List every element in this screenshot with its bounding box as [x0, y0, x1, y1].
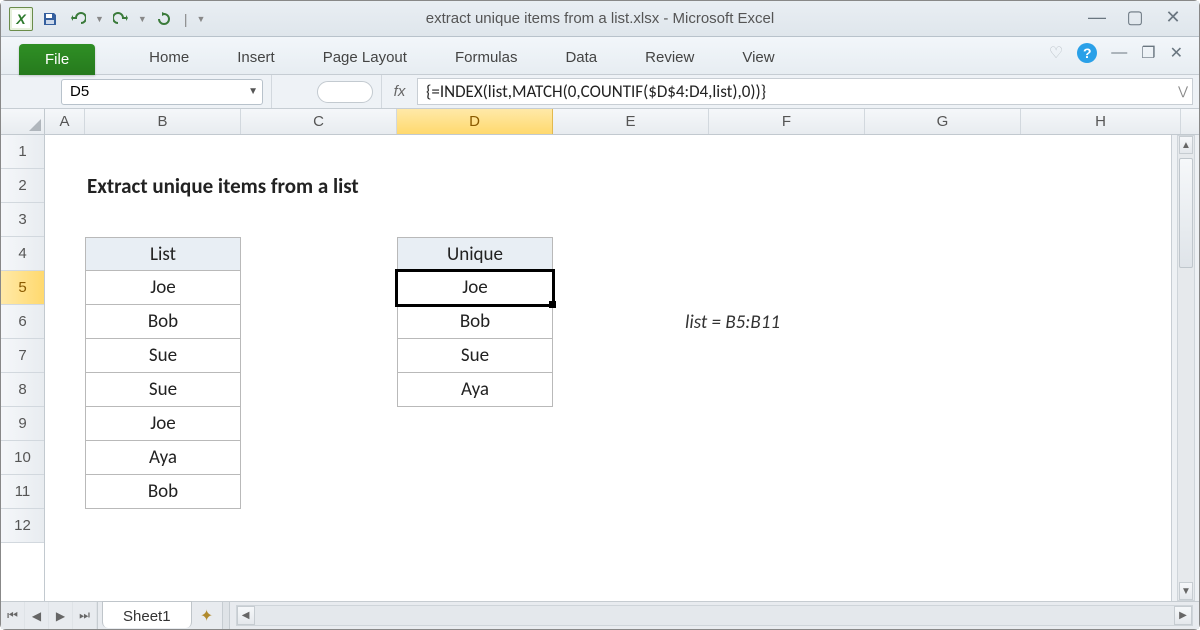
row-header-10[interactable]: 10 [1, 441, 44, 475]
cell-b10[interactable]: Aya [85, 441, 241, 475]
fx-icon[interactable]: fx [381, 75, 417, 108]
window-controls: ― ▢ ✕ [1087, 7, 1183, 28]
cell-b9[interactable]: Joe [85, 407, 241, 441]
ribbon-minimize-icon[interactable]: ― [1111, 44, 1127, 62]
select-all-corner[interactable] [1, 109, 45, 134]
name-box[interactable]: D5 ▼ [61, 79, 263, 105]
redo-icon[interactable] [110, 8, 132, 30]
tab-view[interactable]: View [718, 41, 798, 74]
sheet-nav-buttons: ⏮ ◀ ▶ ⏭ [1, 602, 98, 629]
row-header-11[interactable]: 11 [1, 475, 44, 509]
save-icon[interactable] [39, 8, 61, 30]
row-header-9[interactable]: 9 [1, 407, 44, 441]
formula-button-group [317, 81, 373, 103]
col-header-b[interactable]: B [85, 109, 241, 134]
tab-scroll-divider[interactable] [222, 602, 230, 629]
undo-icon[interactable] [67, 8, 89, 30]
cell-b8[interactable]: Sue [85, 373, 241, 407]
cell-b5[interactable]: Joe [85, 271, 241, 305]
file-tab[interactable]: File [19, 44, 95, 75]
undo-dropdown-icon[interactable]: ▼ [95, 14, 104, 24]
col-header-h[interactable]: H [1021, 109, 1181, 134]
cell-d8[interactable]: Aya [397, 373, 553, 407]
tab-home[interactable]: Home [125, 41, 213, 74]
sheet-nav-last-icon[interactable]: ⏭ [73, 602, 97, 629]
ribbon-heart-icon[interactable]: ♡ [1049, 43, 1063, 63]
formula-bar: D5 ▼ fx {=INDEX(list,MATCH(0,COUNTIF($D$… [1, 75, 1199, 109]
row-header-6[interactable]: 6 [1, 305, 44, 339]
redo-dropdown-icon[interactable]: ▼ [138, 14, 147, 24]
new-sheet-icon[interactable]: ✦ [192, 602, 222, 629]
help-icon[interactable]: ? [1077, 43, 1097, 63]
tab-formulas[interactable]: Formulas [431, 41, 542, 74]
cell-d4-unique-header[interactable]: Unique [397, 237, 553, 271]
tab-insert[interactable]: Insert [213, 41, 299, 74]
repeat-icon[interactable] [153, 8, 175, 30]
row-header-3[interactable]: 3 [1, 203, 44, 237]
tab-page-layout[interactable]: Page Layout [299, 41, 431, 74]
scroll-down-button[interactable]: ▼ [1179, 582, 1193, 600]
sheet-nav-first-icon[interactable]: ⏮ [1, 602, 25, 629]
workbook-close-icon[interactable]: ✕ [1170, 43, 1183, 63]
worksheet-grid: A B C D E F G H 1 2 3 4 5 6 7 8 9 10 11 … [1, 109, 1199, 601]
formula-input[interactable]: {=INDEX(list,MATCH(0,COUNTIF($D$4:D4,lis… [417, 78, 1193, 105]
quick-access-toolbar: X ▼ ▼ | ▼ [9, 7, 205, 31]
cell-d7[interactable]: Sue [397, 339, 553, 373]
cells-area[interactable]: Extract unique items from a list List Jo… [45, 135, 1171, 601]
tab-data[interactable]: Data [541, 41, 621, 74]
tab-review[interactable]: Review [621, 41, 718, 74]
column-headers: A B C D E F G H [1, 109, 1199, 135]
col-header-c[interactable]: C [241, 109, 397, 134]
qat-separator: | [184, 11, 188, 27]
cell-b2-title[interactable]: Extract unique items from a list [85, 169, 585, 203]
sheet-nav-prev-icon[interactable]: ◀ [25, 602, 49, 629]
horizontal-scrollbar[interactable]: ◀ ▶ [236, 605, 1193, 626]
cancel-enter-area [271, 75, 381, 108]
row-header-7[interactable]: 7 [1, 339, 44, 373]
row-header-12[interactable]: 12 [1, 509, 44, 543]
col-header-a[interactable]: A [45, 109, 85, 134]
name-box-value: D5 [70, 83, 89, 100]
qat-customize-icon[interactable]: ▼ [196, 14, 205, 24]
col-header-g[interactable]: G [865, 109, 1021, 134]
row-header-5[interactable]: 5 [1, 271, 44, 305]
ribbon-tabs: File Home Insert Page Layout Formulas Da… [1, 37, 1199, 75]
formula-text: {=INDEX(list,MATCH(0,COUNTIF($D$4:D4,lis… [426, 81, 766, 102]
scroll-up-button[interactable]: ▲ [1179, 136, 1193, 154]
minimize-button[interactable]: ― [1087, 7, 1107, 28]
cell-d6[interactable]: Bob [397, 305, 553, 339]
sheet-tab-bar: ⏮ ◀ ▶ ⏭ Sheet1 ✦ ◀ ▶ [1, 601, 1199, 629]
cell-b7[interactable]: Sue [85, 339, 241, 373]
vertical-scrollbar[interactable]: ▲ ▼ [1171, 135, 1199, 601]
row-header-2[interactable]: 2 [1, 169, 44, 203]
cell-note[interactable]: list = B5:B11 [685, 305, 935, 339]
cell-d5[interactable]: Joe [397, 271, 553, 305]
title-bar: X ▼ ▼ | ▼ extract unique items from a li… [1, 1, 1199, 37]
row-header-1[interactable]: 1 [1, 135, 44, 169]
name-box-dropdown-icon[interactable]: ▼ [248, 86, 258, 97]
col-header-e[interactable]: E [553, 109, 709, 134]
row-header-4[interactable]: 4 [1, 237, 44, 271]
formula-expand-icon[interactable]: ⋁ [1178, 84, 1188, 99]
col-header-f[interactable]: F [709, 109, 865, 134]
cell-b4-list-header[interactable]: List [85, 237, 241, 271]
scroll-thumb[interactable] [1179, 158, 1193, 268]
sheet-tab-active[interactable]: Sheet1 [102, 601, 192, 628]
maximize-button[interactable]: ▢ [1125, 7, 1145, 28]
close-button[interactable]: ✕ [1163, 7, 1183, 28]
hscroll-left-button[interactable]: ◀ [237, 606, 255, 625]
row-headers: 1 2 3 4 5 6 7 8 9 10 11 12 [1, 135, 45, 601]
hscroll-right-button[interactable]: ▶ [1174, 606, 1192, 625]
col-header-d[interactable]: D [397, 109, 553, 134]
sheet-nav-next-icon[interactable]: ▶ [49, 602, 73, 629]
row-header-8[interactable]: 8 [1, 373, 44, 407]
excel-logo-icon: X [9, 7, 33, 31]
cell-b6[interactable]: Bob [85, 305, 241, 339]
ribbon-restore-icon[interactable]: ❐ [1141, 43, 1155, 63]
cell-b11[interactable]: Bob [85, 475, 241, 509]
